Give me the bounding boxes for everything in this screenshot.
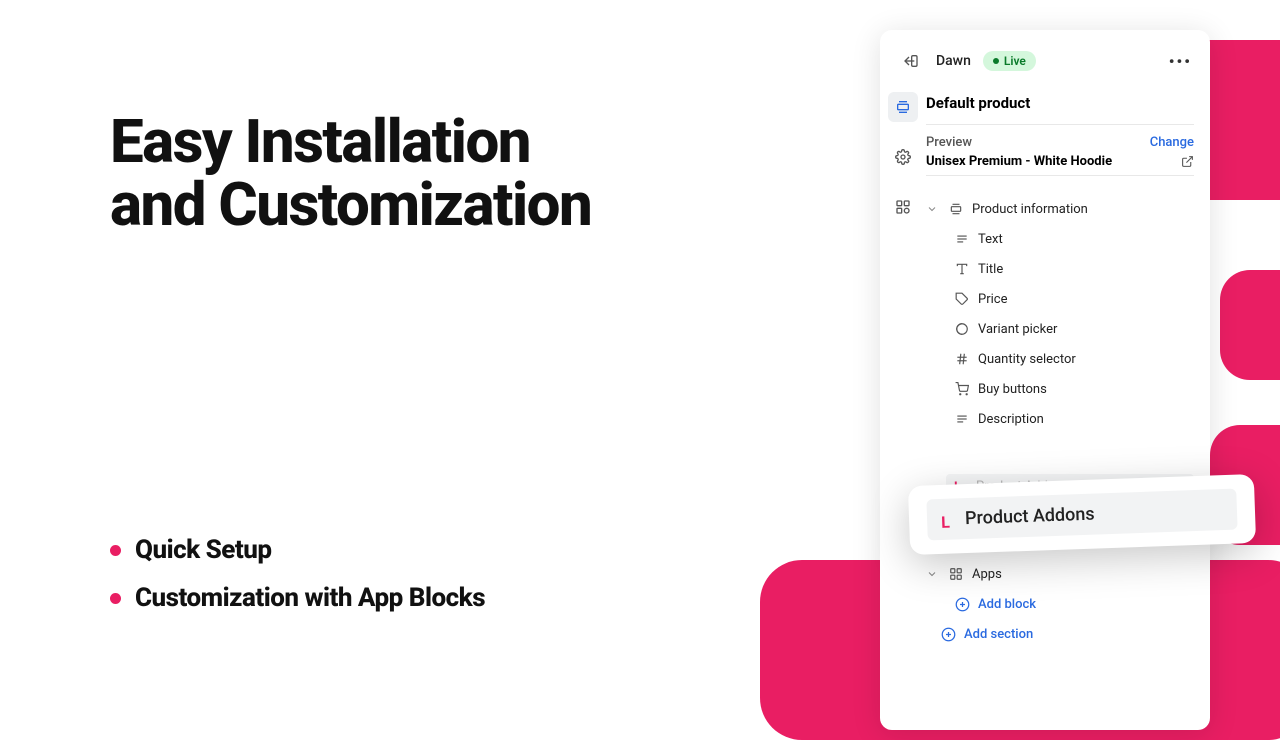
- apps-tab-icon[interactable]: [888, 192, 918, 222]
- apps-icon: [948, 566, 964, 582]
- block-price[interactable]: Price: [926, 284, 1194, 314]
- hash-icon: [954, 351, 970, 367]
- highlight-label: Product Addons: [965, 504, 1095, 530]
- plus-circle-icon: [940, 626, 956, 642]
- accent-shape: [1220, 270, 1280, 380]
- divider: [926, 124, 1194, 125]
- divider: [926, 175, 1194, 176]
- plus-circle-icon: [954, 596, 970, 612]
- bullet-item: Customization with App Blocks: [110, 583, 485, 613]
- settings-tab-icon[interactable]: [888, 142, 918, 172]
- theme-name: Dawn: [936, 53, 971, 69]
- bullet-item: Quick Setup: [110, 535, 485, 565]
- highlight-card: L Product Addons: [908, 474, 1256, 555]
- headline-line1: Easy Installation: [110, 110, 591, 173]
- variant-icon: [954, 321, 970, 337]
- external-link-icon[interactable]: [1181, 155, 1194, 168]
- section-label: Product information: [972, 202, 1088, 217]
- change-link[interactable]: Change: [1150, 135, 1194, 150]
- block-text[interactable]: Text: [926, 224, 1194, 254]
- template-title: Default product: [926, 94, 1194, 112]
- preview-label: Preview: [926, 135, 972, 150]
- section-tree: Product information Text Title Price Var…: [926, 194, 1194, 649]
- add-section[interactable]: Add section: [926, 619, 1194, 649]
- theme-editor-panel: Dawn Live ••• Default product Preview Ch…: [880, 30, 1210, 730]
- exit-icon[interactable]: [898, 48, 924, 74]
- live-badge: Live: [983, 51, 1036, 71]
- cart-icon: [954, 381, 970, 397]
- headline-line2: and Customization: [110, 173, 591, 236]
- block-buy-buttons[interactable]: Buy buttons: [926, 374, 1194, 404]
- addons-logo-icon: L: [941, 512, 955, 526]
- section-icon: [948, 201, 964, 217]
- price-icon: [954, 291, 970, 307]
- description-icon: [954, 411, 970, 427]
- chevron-down-icon: [926, 203, 940, 215]
- block-description[interactable]: Description: [926, 404, 1194, 434]
- section-product-information[interactable]: Product information: [926, 194, 1194, 224]
- add-block-apps[interactable]: Add block: [926, 589, 1194, 619]
- more-icon[interactable]: •••: [1169, 52, 1192, 71]
- block-variant-picker[interactable]: Variant picker: [926, 314, 1194, 344]
- block-quantity-selector[interactable]: Quantity selector: [926, 344, 1194, 374]
- chevron-down-icon: [926, 568, 940, 580]
- editor-header: Dawn Live •••: [880, 48, 1210, 88]
- editor-rail: [880, 88, 926, 712]
- block-title[interactable]: Title: [926, 254, 1194, 284]
- section-apps[interactable]: Apps: [926, 559, 1194, 589]
- headline: Easy Installation and Customization: [110, 110, 591, 236]
- preview-product-name: Unisex Premium - White Hoodie: [926, 154, 1112, 169]
- editor-content: Default product Preview Change Unisex Pr…: [926, 88, 1210, 712]
- bullet-list: Quick Setup Customization with App Block…: [110, 535, 485, 631]
- bullet-dot-icon: [110, 545, 121, 556]
- highlight-row[interactable]: L Product Addons: [926, 489, 1237, 541]
- bullet-text: Customization with App Blocks: [135, 583, 485, 613]
- title-icon: [954, 261, 970, 277]
- text-icon: [954, 231, 970, 247]
- sections-tab-icon[interactable]: [888, 92, 918, 122]
- bullet-text: Quick Setup: [135, 535, 272, 565]
- bullet-dot-icon: [110, 593, 121, 604]
